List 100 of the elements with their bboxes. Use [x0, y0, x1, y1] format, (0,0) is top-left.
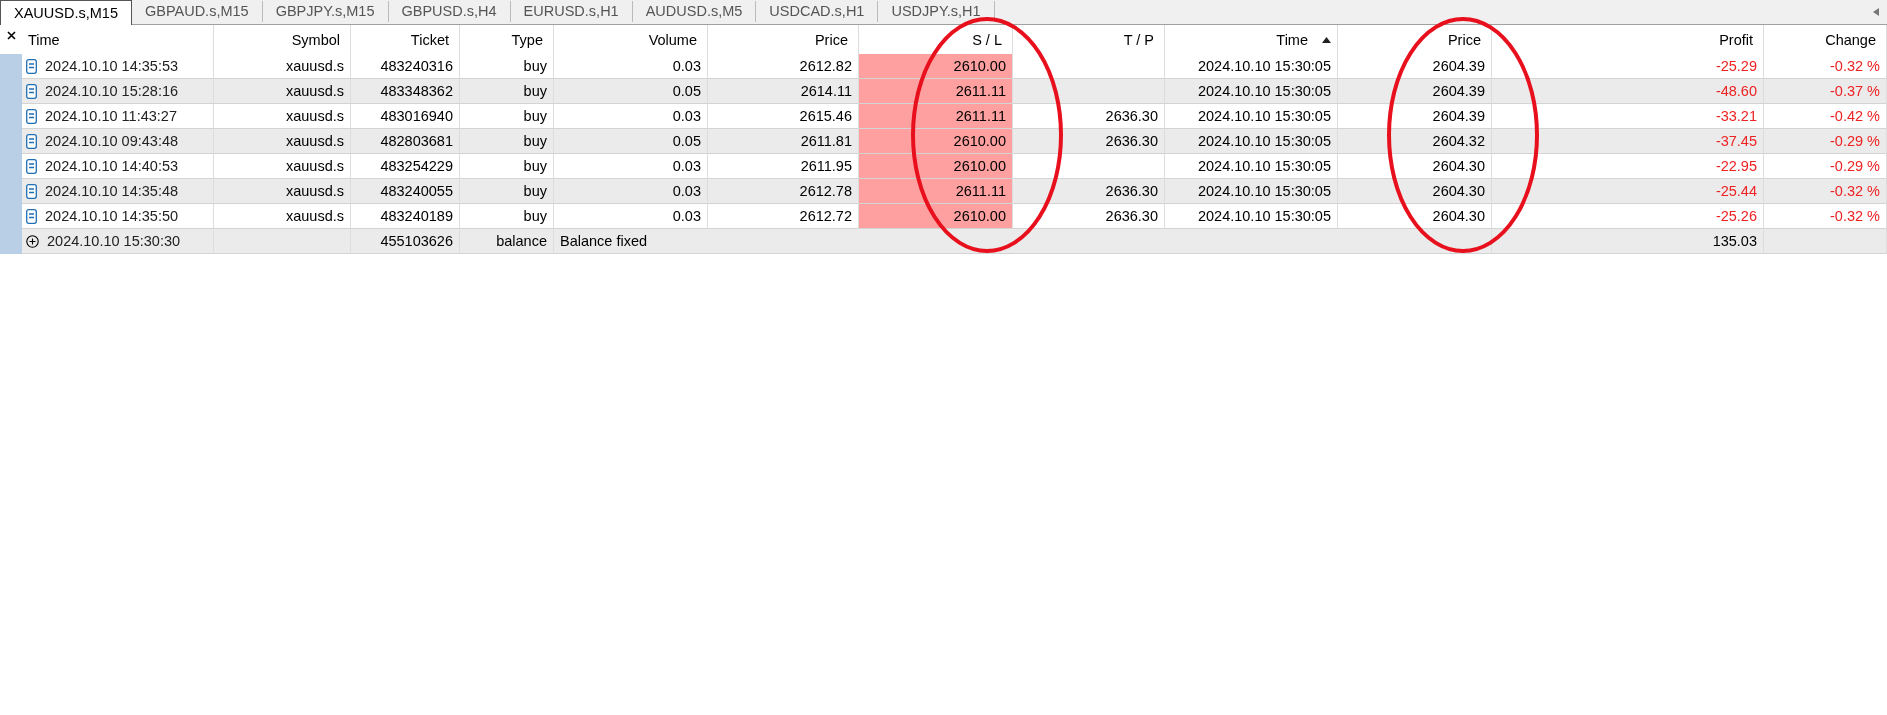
table-cell: -22.95 [1492, 154, 1764, 179]
table-cell: -0.37 % [1764, 79, 1887, 104]
table-cell: 483348362 [351, 79, 460, 104]
chart-tab[interactable]: EURUSD.s,H1 [510, 1, 633, 22]
chart-tab[interactable]: AUDUSD.s,M5 [632, 1, 757, 22]
table-cell: -25.44 [1492, 179, 1764, 204]
table-cell: -37.45 [1492, 129, 1764, 154]
table-cell: 2604.39 [1338, 79, 1492, 104]
table-cell: 483240055 [351, 179, 460, 204]
chart-tab[interactable]: USDJPY.s,H1 [878, 1, 995, 22]
chart-tab[interactable]: XAUUSD.s,M15 [0, 0, 132, 25]
table-cell: 2614.11 [708, 79, 859, 104]
table-cell: -0.29 % [1764, 154, 1887, 179]
table-cell: buy [460, 54, 554, 79]
table-cell: 2604.32 [1338, 129, 1492, 154]
table-cell: -33.21 [1492, 104, 1764, 129]
table-cell: buy [460, 129, 554, 154]
table-cell: -0.32 % [1764, 54, 1887, 79]
table-cell: 2610.00 [859, 129, 1013, 154]
table-cell: 0.05 [554, 129, 708, 154]
table-cell: 0.03 [554, 54, 708, 79]
table-cell: 2024.10.10 15:30:05 [1165, 129, 1338, 154]
table-cell: -25.26 [1492, 204, 1764, 229]
table-cell: 2611.11 [859, 79, 1013, 104]
table-cell: 2024.10.10 09:43:48 [45, 133, 179, 149]
table-cell: 2604.39 [1338, 104, 1492, 129]
table-cell: 0.03 [554, 204, 708, 229]
table-cell: -48.60 [1492, 79, 1764, 104]
table-cell: 2612.82 [708, 54, 859, 79]
table-cell: -25.29 [1492, 54, 1764, 79]
table-cell: 2604.30 [1338, 154, 1492, 179]
plus-circle-icon [26, 234, 39, 248]
table-cell: xauusd.s [214, 179, 351, 204]
table-cell: -0.29 % [1764, 129, 1887, 154]
sort-arrow-icon [1322, 36, 1331, 43]
table-cell: 2024.10.10 14:35:48 [45, 183, 179, 199]
table-cell: 482803681 [351, 129, 460, 154]
table-cell: buy [460, 79, 554, 104]
table-cell: 2024.10.10 15:30:05 [1165, 104, 1338, 129]
document-icon [26, 133, 37, 149]
table-cell: 483240189 [351, 204, 460, 229]
scroll-left-icon[interactable] [1873, 8, 1879, 16]
table-cell: 483254229 [351, 154, 460, 179]
table-cell: xauusd.s [214, 154, 351, 179]
table-cell: 2024.10.10 15:30:05 [1165, 154, 1338, 179]
table-cell: balance [460, 229, 554, 254]
table-cell: buy [460, 204, 554, 229]
table-cell: -0.42 % [1764, 104, 1887, 129]
table-cell: 2604.30 [1338, 179, 1492, 204]
table-cell: 0.03 [554, 154, 708, 179]
table-cell: 2604.39 [1338, 54, 1492, 79]
table-cell: 2024.10.10 14:35:53 [45, 58, 179, 74]
table-cell: 2024.10.10 15:30:05 [1165, 204, 1338, 229]
table-cell: 483240316 [351, 54, 460, 79]
table-cell: 2612.78 [708, 179, 859, 204]
table-cell: 2615.46 [708, 104, 859, 129]
document-icon [26, 158, 37, 174]
table-cell: 2024.10.10 15:30:05 [1165, 79, 1338, 104]
table-cell: 2612.72 [708, 204, 859, 229]
table-cell: 2610.00 [859, 54, 1013, 79]
document-icon [26, 58, 37, 74]
table-cell: 2611.11 [859, 179, 1013, 204]
table-cell: 2024.10.10 15:30:05 [1165, 54, 1338, 79]
table-cell: 2024.10.10 15:28:16 [45, 83, 179, 99]
table-cell: xauusd.s [214, 104, 351, 129]
document-icon [26, 183, 37, 199]
table-cell: 2024.10.10 11:43:27 [45, 108, 177, 124]
table-cell: 2636.30 [1013, 104, 1165, 129]
chart-tab[interactable]: GBPUSD.s,H4 [388, 1, 511, 22]
table-cell: 483016940 [351, 104, 460, 129]
close-icon[interactable] [6, 31, 16, 40]
table-cell: 2024.10.10 15:30:05 [1165, 179, 1338, 204]
table-cell: 2024.10.10 14:35:50 [45, 208, 179, 224]
table-cell: 2636.30 [1013, 129, 1165, 154]
chart-tab[interactable]: GBPAUD.s,M15 [131, 1, 263, 22]
table-cell: 2610.00 [859, 154, 1013, 179]
table-cell: xauusd.s [214, 54, 351, 79]
table-cell: buy [460, 104, 554, 129]
document-icon [26, 208, 37, 224]
row-gutter [0, 54, 22, 79]
table-cell: -0.32 % [1764, 179, 1887, 204]
table-cell: 2636.30 [1013, 204, 1165, 229]
document-icon [26, 108, 37, 124]
chart-tab[interactable]: USDCAD.s,H1 [756, 1, 879, 22]
chart-tab[interactable]: GBPJPY.s,M15 [262, 1, 389, 22]
table-cell: 0.03 [554, 179, 708, 204]
table-cell: 2611.11 [859, 104, 1013, 129]
table-cell: xauusd.s [214, 79, 351, 104]
table-cell: Balance fixed [554, 229, 1492, 254]
row-gutter [0, 229, 22, 254]
table-cell: 2610.00 [859, 204, 1013, 229]
table-cell: 2636.30 [1013, 179, 1165, 204]
table-cell: -0.32 % [1764, 204, 1887, 229]
table-cell: 2611.95 [708, 154, 859, 179]
table-cell: xauusd.s [214, 129, 351, 154]
table-cell: 2611.81 [708, 129, 859, 154]
table-cell: 455103626 [351, 229, 460, 254]
table-cell: 2024.10.10 14:40:53 [45, 158, 179, 174]
table-cell: 135.03 [1492, 229, 1764, 254]
table-cell: 0.05 [554, 79, 708, 104]
